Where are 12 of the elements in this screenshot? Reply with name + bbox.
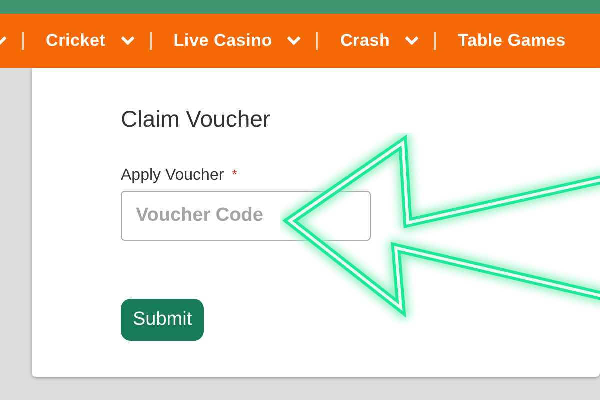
nav-link[interactable]: Table Games xyxy=(458,31,566,51)
submit-button[interactable]: Submit xyxy=(121,299,204,341)
chevron-down-icon[interactable] xyxy=(404,35,420,47)
nav-link[interactable]: Cricket xyxy=(46,31,106,51)
nav-link[interactable]: Live Casino xyxy=(174,31,272,51)
chevron-down-icon[interactable] xyxy=(286,35,302,47)
field-label: Apply Voucher xyxy=(121,167,224,185)
form-title: Claim Voucher xyxy=(121,106,271,133)
chevron-down-icon[interactable] xyxy=(120,35,136,47)
required-mark: * xyxy=(232,167,238,184)
voucher-code-field[interactable]: Voucher Code xyxy=(121,191,371,241)
nav-link[interactable]: Crash xyxy=(340,31,390,51)
